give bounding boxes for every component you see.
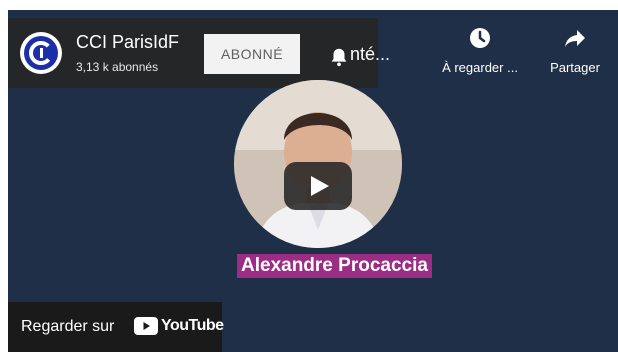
watch-later-button[interactable]: À regarder ... [434, 26, 526, 75]
watch-on-label: Regarder sur [21, 318, 115, 335]
share-label: Partager [550, 60, 600, 75]
clock-icon [470, 28, 490, 48]
bell-icon[interactable] [328, 46, 352, 70]
share-button[interactable]: Partager [538, 26, 612, 75]
watch-later-label: À regarder ... [442, 60, 518, 75]
channel-logo[interactable] [20, 32, 62, 74]
video-player[interactable]: CCI ParisIdF 3,13 k abonnés ABONNÉ nté..… [8, 10, 618, 352]
youtube-icon [134, 317, 158, 335]
watch-on-youtube[interactable]: Regarder sur YouTube [8, 302, 224, 352]
channel-name[interactable]: CCI ParisIdF [76, 32, 179, 53]
share-icon [565, 30, 585, 47]
youtube-wordmark: YouTube [161, 317, 224, 334]
play-icon [284, 162, 352, 210]
video-title[interactable]: nté... [350, 44, 390, 65]
speaker-name-label: Alexandre Procaccia [237, 254, 432, 278]
subscribe-button[interactable]: ABONNÉ [204, 34, 300, 74]
subscriber-count: 3,13 k abonnés [76, 60, 159, 74]
play-button[interactable] [282, 162, 354, 210]
channel-bar: CCI ParisIdF 3,13 k abonnés ABONNÉ nté..… [8, 18, 390, 88]
